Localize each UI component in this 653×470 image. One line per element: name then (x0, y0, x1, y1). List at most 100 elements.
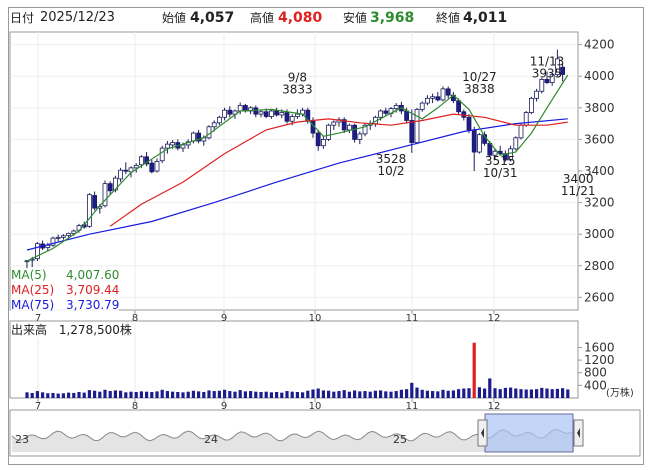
volume-bar (399, 389, 403, 398)
price-tick-label: 4200 (584, 38, 615, 52)
volume-bar (353, 390, 357, 398)
candle-body (315, 132, 321, 147)
candle-body (346, 124, 352, 131)
volume-bar (410, 382, 414, 398)
candle-body (320, 139, 326, 147)
volume-bar (243, 391, 247, 398)
x-tick-label: 10 (309, 313, 322, 324)
volume-bar (77, 392, 81, 398)
x-tick-label: 9 (221, 313, 227, 324)
candle-body (190, 132, 196, 142)
volume-bar (290, 391, 294, 398)
volume-bar (103, 389, 107, 398)
volume-bar (327, 390, 331, 398)
volume-bar (171, 391, 175, 398)
volume-bar (467, 388, 471, 398)
volume-bar (295, 392, 299, 398)
volume-bar (561, 388, 565, 398)
volume-bar (269, 392, 273, 398)
candle-body (430, 96, 436, 99)
volume-bar (342, 390, 346, 398)
price-tick-label: 3800 (584, 101, 615, 115)
volume-bar (25, 392, 29, 398)
volume-bar (535, 389, 539, 398)
candle-body (294, 113, 300, 117)
volume-bar (46, 393, 50, 398)
candle-body (414, 108, 420, 143)
candle-body (289, 116, 295, 122)
volume-bar (98, 391, 102, 398)
candle-body (357, 133, 363, 140)
candle-body (534, 90, 539, 99)
volume-bar (498, 389, 502, 398)
ma5-legend-value: 4,007.60 (66, 268, 120, 282)
volume-bar (228, 391, 232, 398)
volume-bar (87, 390, 91, 398)
volume-bar (488, 378, 492, 398)
x-tick-label: 11 (406, 313, 419, 324)
volume-bar (197, 391, 201, 398)
ma25-legend-value: 3,709.44 (66, 283, 120, 297)
candle-body (471, 129, 477, 153)
candle-body (352, 124, 358, 140)
volume-bar (233, 391, 237, 398)
navigator-year-label: 24 (204, 433, 218, 446)
ma25-legend-label: MA(25) (11, 283, 55, 297)
volume-bar (477, 387, 481, 398)
volume-x-tick-label: 9 (221, 401, 227, 412)
volume-bar (540, 387, 544, 398)
volume-bar (566, 389, 570, 398)
candle-body (284, 112, 290, 122)
candle-body (466, 116, 472, 131)
volume-bar (420, 389, 424, 398)
candle-body (409, 120, 415, 143)
volume-bar (35, 391, 39, 398)
volume-bar (446, 390, 450, 398)
ma5-legend-label: MA(5) (11, 268, 47, 282)
volume-bar (93, 390, 97, 398)
volume-bar (451, 390, 455, 398)
price-tick-label: 2800 (584, 259, 615, 273)
candle-body (61, 235, 66, 238)
volume-bar (358, 391, 362, 398)
volume-bar (61, 393, 65, 398)
volume-bar (150, 392, 154, 398)
candle-body (476, 134, 482, 153)
volume-bar (431, 391, 435, 398)
volume-bar (186, 391, 190, 398)
stock-chart: 4200400038003600340032003000280026007788… (9, 31, 641, 457)
volume-x-tick-label: 7 (35, 401, 41, 412)
navigator-year-label: 23 (15, 433, 29, 446)
candle-body (133, 165, 139, 169)
volume-bar (545, 388, 549, 398)
price-tick-label: 2600 (584, 290, 615, 304)
annotation-line2: 10/31 (483, 166, 518, 180)
volume-bar (462, 388, 466, 398)
volume-bar (160, 389, 164, 398)
volume-x-tick-label: 11 (406, 401, 419, 412)
volume-bar (217, 390, 221, 398)
volume-bar (483, 388, 487, 398)
volume-bar (264, 391, 268, 398)
volume-x-tick-label: 12 (488, 401, 501, 412)
volume-bar (134, 392, 138, 398)
candle-body (154, 161, 160, 172)
volume-bar (72, 392, 76, 398)
volume-bar (384, 391, 388, 398)
candle-body (159, 147, 165, 162)
volume-bar (347, 391, 351, 398)
annotation-line2: 10/2 (378, 164, 405, 178)
candle-body (419, 102, 425, 110)
price-tick-label: 4000 (584, 69, 615, 83)
candle-body (216, 116, 222, 124)
volume-bar (472, 342, 476, 398)
volume-bar (332, 391, 336, 398)
volume-bar (145, 391, 149, 398)
candle-body (66, 232, 71, 236)
candle-body (539, 78, 545, 92)
candle-body (118, 169, 123, 180)
volume-bar (139, 391, 143, 398)
x-tick-label: 12 (488, 313, 501, 324)
volume-bar (457, 389, 461, 398)
annotation-line2: 3833 (282, 83, 313, 97)
